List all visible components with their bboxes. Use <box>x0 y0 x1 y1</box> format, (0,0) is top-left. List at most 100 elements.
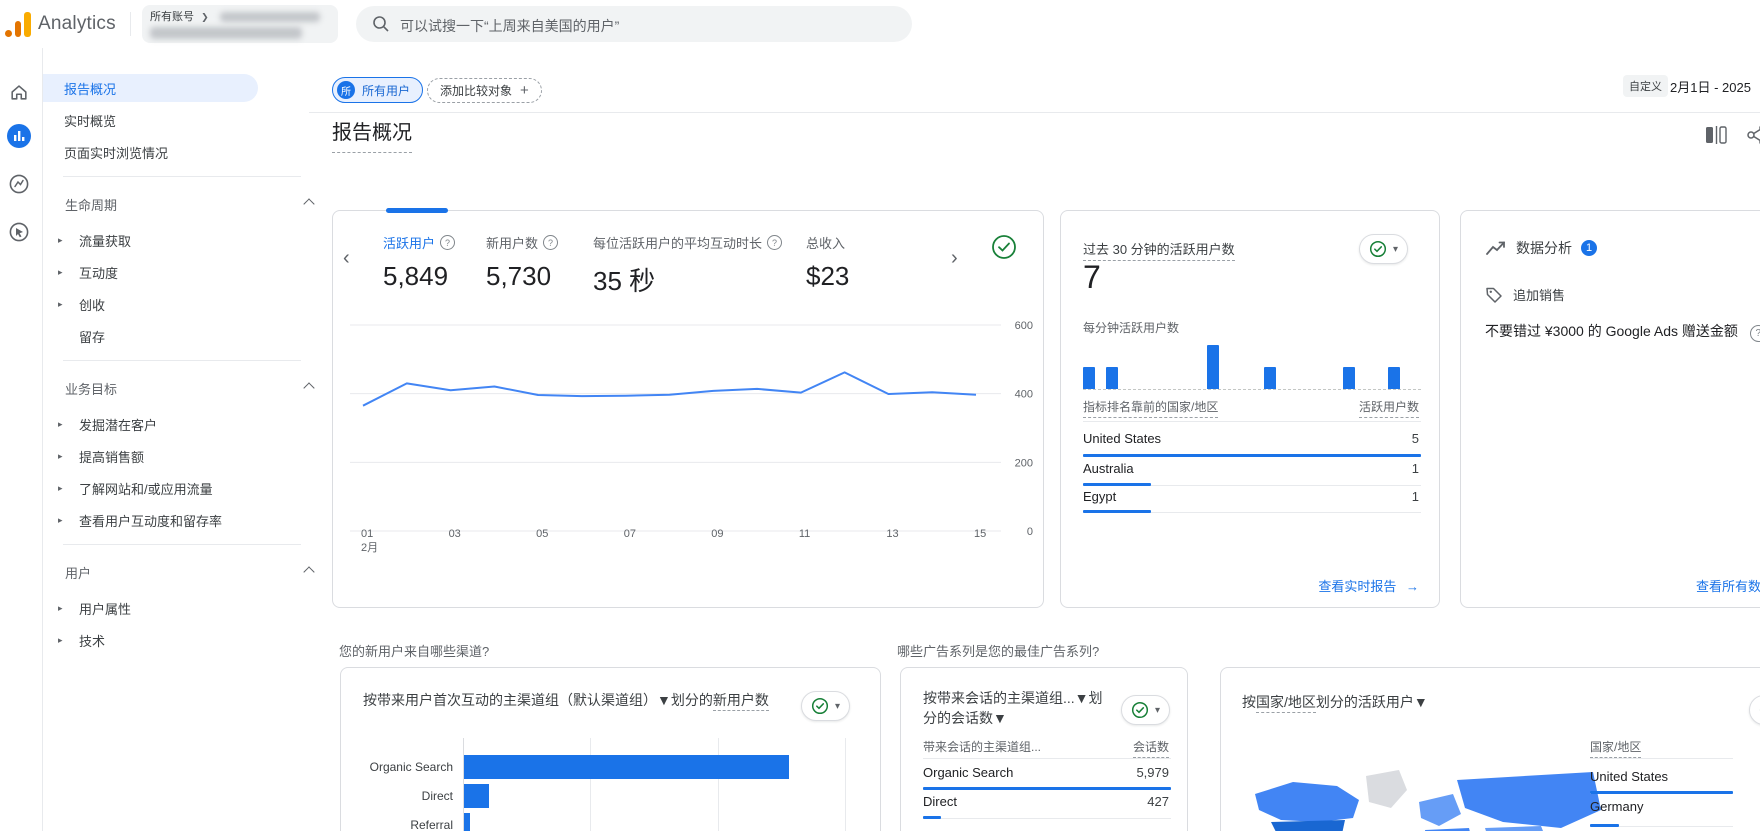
question-campaigns: 哪些广告系列是您的最佳广告系列? <box>897 641 1099 660</box>
bar-category-label: Direct <box>351 789 453 803</box>
sidebar-item-label: 创收 <box>79 295 105 314</box>
x-axis-tick-label: 15 <box>974 528 986 540</box>
chevron-up-icon <box>303 382 314 393</box>
sidebar-section-header[interactable]: 生命周期 <box>65 194 321 214</box>
chevron-up-icon <box>303 198 314 209</box>
realtime-status-pill[interactable]: ▾ <box>1359 234 1408 264</box>
channels-status-pill[interactable]: ▾ <box>801 691 850 721</box>
ga-analytics-dashboard: Analytics 所有账号 ❯ 可以试搜一下“上周来自美国的用户” <box>0 0 1760 831</box>
channel-bar <box>464 813 470 831</box>
map-status-pill[interactable]: ▾ <box>1749 695 1760 725</box>
sidebar-item-label: 留存 <box>79 327 105 346</box>
view-all-insights-link[interactable]: 查看所有数据分析 <box>1696 576 1760 595</box>
sidebar-section-header[interactable]: 业务目标 <box>65 378 321 398</box>
per-minute-bar <box>1106 367 1118 389</box>
active-users-trend-line <box>363 372 976 405</box>
home-icon[interactable] <box>7 80 31 104</box>
app-header: Analytics 所有账号 ❯ 可以试搜一下“上周来自美国的用户” <box>0 0 1760 48</box>
map-dimension-header[interactable]: 国家/地区 <box>1590 738 1641 758</box>
realtime-title: 过去 30 分钟的活跃用户数 <box>1083 239 1235 261</box>
search-placeholder: 可以试搜一下“上周来自美国的用户” <box>400 16 619 36</box>
sidebar-item-label: 报告概况 <box>64 79 116 98</box>
gridline <box>590 738 591 831</box>
metric-selector[interactable]: 新用户数 <box>713 692 769 711</box>
comparison-chip-all-users[interactable]: 所 所有用户 <box>332 77 423 103</box>
sidebar-section-header[interactable]: 用户 <box>65 562 321 582</box>
per-minute-bar <box>1083 367 1095 389</box>
per-minute-bar <box>1264 367 1276 389</box>
x-axis-tick-label: 13 <box>886 528 898 540</box>
add-comparison-button[interactable]: 添加比较对象 + <box>427 78 542 103</box>
sidebar-item[interactable]: ▸技术 <box>43 626 258 654</box>
dimension-selector[interactable]: 国家/地区 <box>1256 694 1316 713</box>
realtime-metric-header[interactable]: 活跃用户数 <box>1359 398 1419 418</box>
customize-report-icon[interactable] <box>1704 124 1728 146</box>
breadcrumb-chevron-icon: ❯ <box>201 12 209 22</box>
sidebar-item[interactable]: 实时概览 <box>43 106 258 134</box>
row-value-bar <box>923 816 941 819</box>
insights-suggestion-row[interactable]: 追加销售 <box>1485 285 1565 304</box>
channel-bar <box>464 784 489 808</box>
sessions-dimension-header[interactable]: 带来会话的主渠道组... <box>923 738 1041 755</box>
help-icon[interactable]: ? <box>1750 325 1760 342</box>
expand-arrow-icon: ▸ <box>58 419 79 430</box>
sidebar-divider <box>63 360 301 361</box>
channels-card-title[interactable]: 按带来用户首次互动的主渠道组（默认渠道组）▼划分的新用户数 <box>363 690 769 710</box>
table-header-divider <box>923 758 1171 759</box>
tag-icon <box>1485 286 1503 304</box>
sidebar-item[interactable]: ▸用户属性 <box>43 594 258 622</box>
explore-icon[interactable] <box>7 172 31 196</box>
expand-arrow-icon: ▸ <box>58 235 79 246</box>
search-input[interactable]: 可以试搜一下“上周来自美国的用户” <box>356 6 912 42</box>
sessions-value: 427 <box>1147 794 1169 809</box>
sidebar-item[interactable]: ▸了解网站和/或应用流量 <box>43 474 258 502</box>
realtime-dimension-header[interactable]: 指标排名靠前的国家/地区 <box>1083 398 1218 418</box>
sidebar-item[interactable]: 页面实时浏览情况 <box>43 138 258 166</box>
map-card-title[interactable]: 按国家/地区划分的活跃用户▼ <box>1242 692 1428 712</box>
per-minute-label: 每分钟活跃用户数 <box>1083 319 1179 336</box>
sidebar-item[interactable]: ▸提高销售额 <box>43 442 258 470</box>
account-switcher[interactable]: 所有账号 ❯ <box>142 5 338 43</box>
comparison-chip-label: 所有用户 <box>362 82 410 99</box>
date-range-picker[interactable]: 2月1日 - 2025 <box>1670 77 1751 96</box>
sidebar-divider <box>63 176 301 177</box>
sidebar-item[interactable]: ▸互动度 <box>43 258 258 286</box>
sidebar-item[interactable]: ▸流量获取 <box>43 226 258 254</box>
add-comparison-label: 添加比较对象 <box>440 82 512 99</box>
new-users-by-channel-card: 按带来用户首次互动的主渠道组（默认渠道组）▼划分的新用户数 ▾ Organic … <box>340 667 881 831</box>
country-value: 1 <box>1412 489 1419 504</box>
question-new-users: 您的新用户来自哪些渠道? <box>339 641 489 660</box>
country-value: 1 <box>1412 461 1419 476</box>
share-icon[interactable] <box>1746 124 1760 146</box>
row-value-bar <box>1590 824 1619 827</box>
country-name: United States <box>1083 431 1161 446</box>
sidebar-section-title: 业务目标 <box>65 379 117 398</box>
view-realtime-link[interactable]: 查看实时报告 → <box>1318 576 1419 595</box>
sidebar-item[interactable]: ▸查看用户互动度和留存率 <box>43 506 258 534</box>
advertising-icon[interactable] <box>7 220 31 244</box>
sessions-metric-header[interactable]: 会话数 <box>1133 738 1169 758</box>
sidebar-item[interactable]: 报告概况 <box>43 74 258 102</box>
sessions-card-title[interactable]: 按带来会话的主渠道组...▼划分的会话数▼ <box>923 688 1107 728</box>
reports-icon[interactable] <box>7 124 31 148</box>
sidebar-item-label: 查看用户互动度和留存率 <box>79 511 222 530</box>
sidebar-item-label: 用户属性 <box>79 599 131 618</box>
redacted-property-name <box>150 27 302 39</box>
sidebar-item[interactable]: ▸创收 <box>43 290 258 318</box>
sidebar-item[interactable]: 留存 <box>43 322 258 350</box>
expand-arrow-icon: ▸ <box>58 267 79 278</box>
row-value-bar <box>1083 483 1151 486</box>
expand-arrow-icon: ▸ <box>58 515 79 526</box>
insights-count-badge: 1 <box>1581 240 1597 256</box>
world-map <box>1241 756 1611 831</box>
per-minute-bar <box>1343 367 1355 389</box>
sidebar-section-title: 用户 <box>65 563 91 582</box>
realtime-active-users-value: 7 <box>1083 259 1101 296</box>
check-circle-icon <box>811 697 829 715</box>
sidebar-item[interactable]: ▸发掘潜在客户 <box>43 410 258 438</box>
x-axis-tick-label: 07 <box>624 528 636 540</box>
expand-arrow-icon: ▸ <box>58 603 79 614</box>
plus-icon: + <box>520 82 529 99</box>
sessions-status-pill[interactable]: ▾ <box>1121 695 1170 725</box>
per-minute-bar <box>1207 345 1219 389</box>
